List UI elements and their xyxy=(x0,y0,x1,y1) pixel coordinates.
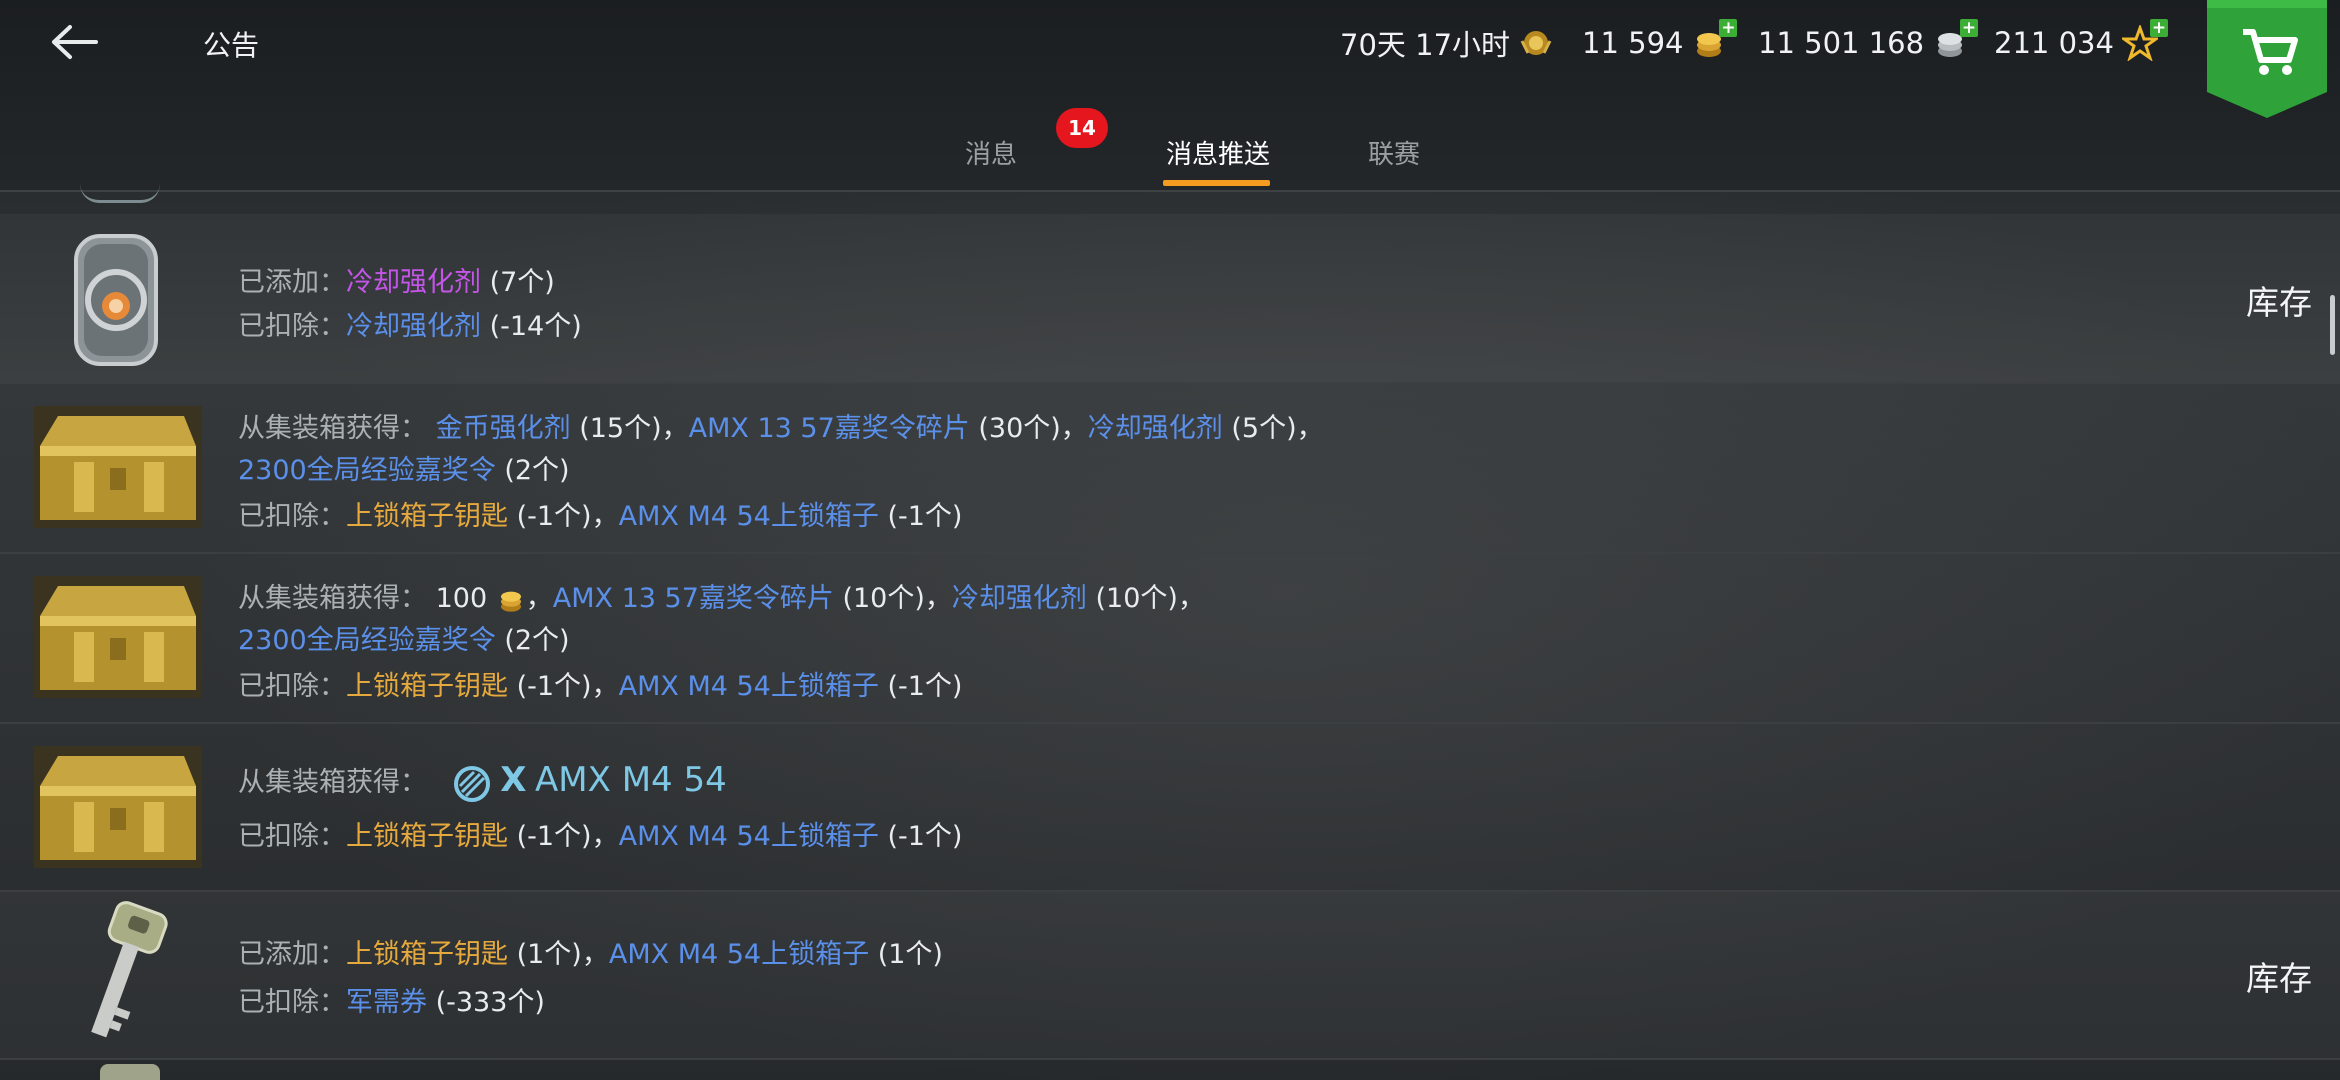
gold-container-icon xyxy=(34,576,202,698)
added-line: 已添加：上锁箱子钥匙 (1个)，AMX M4 54上锁箱子 (1个) xyxy=(238,939,943,970)
tab-bar: 消息 消息推送 联赛 xyxy=(0,128,2340,190)
item-link[interactable]: 金币强化剂 xyxy=(436,413,571,444)
next-item-icon-partial xyxy=(100,1064,160,1080)
silver-coins-icon: + xyxy=(1932,19,1979,61)
list-item: 已添加：冷却强化剂 (7个) 已扣除：冷却强化剂 (-14个) 库存 xyxy=(0,214,2340,384)
gold-container-icon xyxy=(34,406,202,528)
key-icon xyxy=(54,896,184,1056)
premium-timer[interactable]: 70天 17小时 xyxy=(1340,22,1554,64)
credits-balance[interactable]: 11 501 168 + xyxy=(1758,19,1979,64)
item-link[interactable]: 军需券 xyxy=(346,987,427,1018)
item-link[interactable]: 上锁箱子钥匙 xyxy=(346,501,508,532)
item-link[interactable]: AMX M4 54上锁箱子 xyxy=(619,821,879,852)
gold-amount: 11 594 xyxy=(1582,26,1684,60)
scrollbar[interactable] xyxy=(2330,295,2335,355)
active-tab-indicator xyxy=(1163,180,1270,186)
tab-league[interactable]: 联赛 xyxy=(1368,134,1420,171)
gold-coins-icon xyxy=(496,585,526,615)
item-link[interactable]: 冷却强化剂 xyxy=(346,311,481,342)
add-gold-icon[interactable]: + xyxy=(1719,19,1738,37)
deducted-line: 已扣除：上锁箱子钥匙 (-1个)，AMX M4 54上锁箱子 (-1个) xyxy=(238,671,963,702)
obtained-line-cont: 2300全局经验嘉奖令 (2个) xyxy=(238,625,570,656)
premium-time-text: 70天 17小时 xyxy=(1340,28,1511,62)
list-item: 从集装箱获得： 100 ，AMX 13 57嘉奖令碎片 (10个)，冷却强化剂 … xyxy=(0,554,2340,724)
obtained-line: 从集装箱获得： 金币强化剂 (15个)，AMX 13 57嘉奖令碎片 (30个)… xyxy=(238,413,1324,444)
page-title: 公告 xyxy=(203,29,260,62)
item-link[interactable]: 冷却强化剂 xyxy=(952,583,1087,614)
inventory-button[interactable]: 库存 xyxy=(2246,952,2312,1000)
add-credits-icon[interactable]: + xyxy=(1960,19,1979,37)
obtained-line: 从集装箱获得： 100 ，AMX 13 57嘉奖令碎片 (10个)，冷却强化剂 … xyxy=(238,583,1205,615)
add-free-xp-icon[interactable]: + xyxy=(2149,19,2168,37)
added-line: 已添加：冷却强化剂 (7个) xyxy=(238,267,555,298)
item-link[interactable]: 2300全局经验嘉奖令 xyxy=(238,455,496,486)
back-arrow-icon[interactable] xyxy=(50,22,100,62)
free-xp-balance[interactable]: 211 034 + xyxy=(1994,19,2168,64)
item-link[interactable]: AMX M4 54上锁箱子 xyxy=(619,671,879,702)
shop-button[interactable] xyxy=(2207,0,2327,118)
obtained-line-cont: 2300全局经验嘉奖令 (2个) xyxy=(238,455,570,486)
tank-mastery-icon xyxy=(452,764,492,804)
tab-message-push[interactable]: 消息推送 xyxy=(1166,134,1270,171)
gold-amount: 100 xyxy=(435,583,488,614)
item-link[interactable]: 上锁箱子钥匙 xyxy=(346,821,508,852)
list-item: 从集装箱获得： 金币强化剂 (15个)，AMX 13 57嘉奖令碎片 (30个)… xyxy=(0,384,2340,554)
item-link[interactable]: AMX 13 57嘉奖令碎片 xyxy=(553,583,834,614)
item-link[interactable]: 上锁箱子钥匙 xyxy=(346,671,508,702)
item-link[interactable]: 冷却强化剂 xyxy=(346,267,481,298)
premium-badge-icon xyxy=(1518,25,1554,61)
unread-badge: 14 xyxy=(1056,108,1108,148)
tank-name[interactable]: AMX M4 54 xyxy=(535,760,727,800)
deducted-line: 已扣除：冷却强化剂 (-14个) xyxy=(238,311,582,342)
obtained-line: 从集装箱获得： X AMX M4 54 xyxy=(238,760,727,804)
deducted-line: 已扣除：上锁箱子钥匙 (-1个)，AMX M4 54上锁箱子 (-1个) xyxy=(238,821,963,852)
gold-container-icon xyxy=(34,746,202,868)
list-item: 从集装箱获得： X AMX M4 54 已扣除：上锁箱子钥匙 (-1个)，AMX… xyxy=(0,724,2340,892)
item-link[interactable]: 冷却强化剂 xyxy=(1088,413,1223,444)
tab-messages[interactable]: 消息 xyxy=(965,134,1017,171)
gold-balance[interactable]: 11 594 + xyxy=(1582,19,1738,64)
deducted-line: 已扣除：上锁箱子钥匙 (-1个)，AMX M4 54上锁箱子 (-1个) xyxy=(238,501,963,532)
coolant-booster-icon xyxy=(66,230,166,370)
credits-amount: 11 501 168 xyxy=(1758,26,1925,60)
item-link[interactable]: 上锁箱子钥匙 xyxy=(346,939,508,970)
item-link[interactable]: AMX M4 54上锁箱子 xyxy=(609,939,869,970)
deducted-line: 已扣除：军需券 (-333个) xyxy=(238,987,545,1018)
item-link[interactable]: AMX M4 54上锁箱子 xyxy=(619,501,879,532)
item-link[interactable]: AMX 13 57嘉奖令碎片 xyxy=(689,413,970,444)
inventory-button[interactable]: 库存 xyxy=(2246,276,2312,324)
list-item: 已添加：上锁箱子钥匙 (1个)，AMX M4 54上锁箱子 (1个) 已扣除：军… xyxy=(0,892,2340,1060)
gold-coins-icon: + xyxy=(1691,19,1738,61)
free-xp-amount: 211 034 xyxy=(1994,26,2114,60)
star-icon: + xyxy=(2119,19,2168,62)
top-bar: 公告 70天 17小时 11 594 + 11 501 168 + 211 03… xyxy=(0,0,2340,192)
item-link[interactable]: 2300全局经验嘉奖令 xyxy=(238,625,496,656)
previous-item-icon-partial xyxy=(80,184,160,203)
tank-tier: X xyxy=(500,760,527,800)
